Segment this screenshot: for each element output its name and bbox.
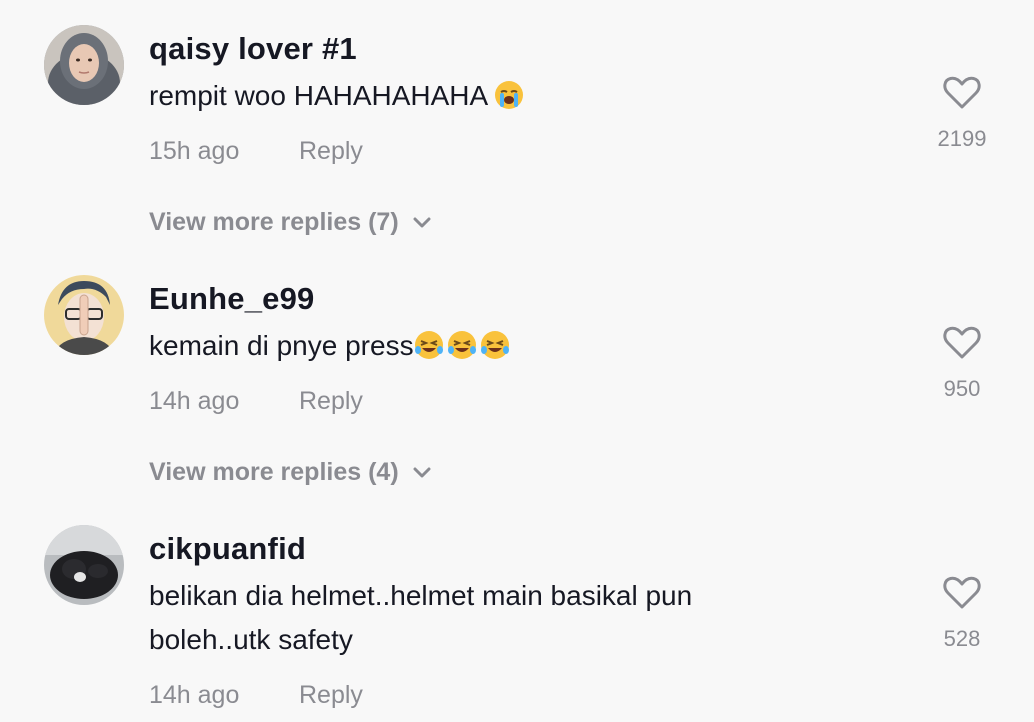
view-more-replies-label: View more replies (7) xyxy=(149,208,399,236)
reply-button[interactable]: Reply xyxy=(299,137,363,166)
comment-text-content: rempit woo HAHAHAHAHA xyxy=(149,80,487,111)
like-count: 2199 xyxy=(937,126,987,151)
chevron-down-icon xyxy=(413,467,431,478)
like-button[interactable]: 528 xyxy=(920,576,1004,652)
chevron-down-icon xyxy=(413,217,431,228)
comment-text: kemain di pnye press xyxy=(149,324,510,373)
comment-timestamp: 14h ago xyxy=(149,387,240,415)
avatar[interactable] xyxy=(44,25,124,105)
reply-button[interactable]: Reply xyxy=(299,387,363,416)
avatar[interactable] xyxy=(44,525,124,605)
comment-text-line-1: belikan dia helmet..helmet main basikal … xyxy=(149,580,693,611)
view-more-replies-button[interactable]: View more replies (7) xyxy=(149,208,431,237)
view-more-replies-button[interactable]: View more replies (4) xyxy=(149,458,431,487)
comment-timestamp: 15h ago xyxy=(149,137,240,165)
view-more-replies-label: View more replies (4) xyxy=(149,458,399,486)
like-count: 528 xyxy=(943,626,981,651)
comment-meta: 14h ago Reply xyxy=(149,387,363,416)
comment-meta: 14h ago Reply xyxy=(149,681,363,710)
comment-text-line-2: boleh..utk safety xyxy=(149,624,353,655)
like-button[interactable]: 2199 xyxy=(920,76,1004,152)
comment-timestamp: 14h ago xyxy=(149,681,240,709)
heart-icon xyxy=(943,326,981,359)
loudly-crying-face-icon xyxy=(494,79,524,123)
like-button[interactable]: 950 xyxy=(920,326,1004,402)
comment-text: rempit woo HAHAHAHAHA xyxy=(149,74,524,123)
reply-button[interactable]: Reply xyxy=(299,681,363,710)
face-with-tears-of-joy-icon xyxy=(414,329,510,373)
comment-meta: 15h ago Reply xyxy=(149,137,363,166)
heart-icon xyxy=(943,76,981,109)
heart-icon xyxy=(943,576,981,609)
comment-text-content: kemain di pnye press xyxy=(149,330,414,361)
comment-username[interactable]: qaisy lover #1 xyxy=(149,31,357,67)
avatar[interactable] xyxy=(44,275,124,355)
like-count: 950 xyxy=(943,376,981,401)
comment-username[interactable]: cikpuanfid xyxy=(149,531,306,567)
comment-username[interactable]: Eunhe_e99 xyxy=(149,281,315,317)
